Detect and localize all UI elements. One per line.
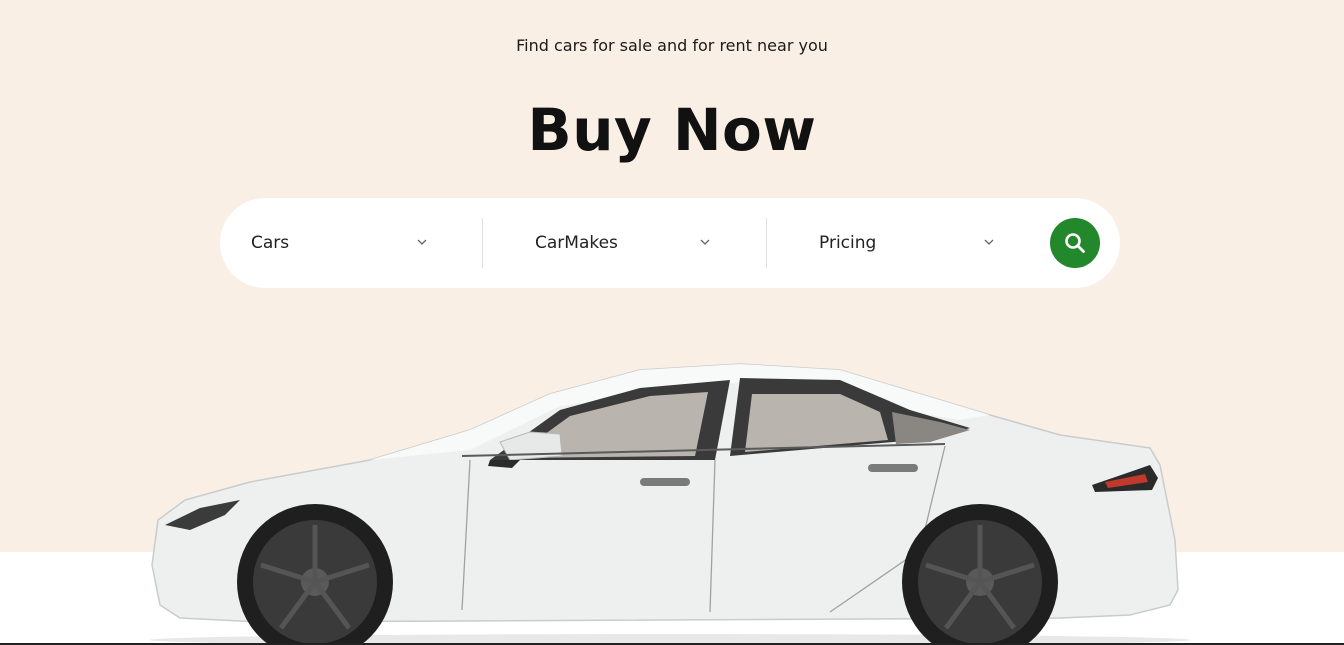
pricing-select-label: Pricing xyxy=(819,233,877,253)
car-image xyxy=(150,363,1190,645)
search-icon xyxy=(1065,233,1085,253)
hero-title: Buy Now xyxy=(527,96,817,164)
cars-select-label: Cars xyxy=(251,233,290,253)
chevron-down-icon xyxy=(700,239,710,245)
hero-subtitle: Find cars for sale and for rent near you xyxy=(516,36,828,55)
pricing-select[interactable]: Pricing xyxy=(819,198,1049,288)
divider xyxy=(766,218,767,268)
carmakes-select[interactable]: CarMakes xyxy=(535,198,765,288)
chevron-down-icon xyxy=(984,239,994,245)
divider xyxy=(482,218,483,268)
carmakes-select-label: CarMakes xyxy=(535,233,618,253)
search-bar: Cars CarMakes Pricing xyxy=(220,198,1120,288)
search-button[interactable] xyxy=(1050,218,1100,268)
cars-select[interactable]: Cars xyxy=(251,198,481,288)
chevron-down-icon xyxy=(417,239,427,245)
